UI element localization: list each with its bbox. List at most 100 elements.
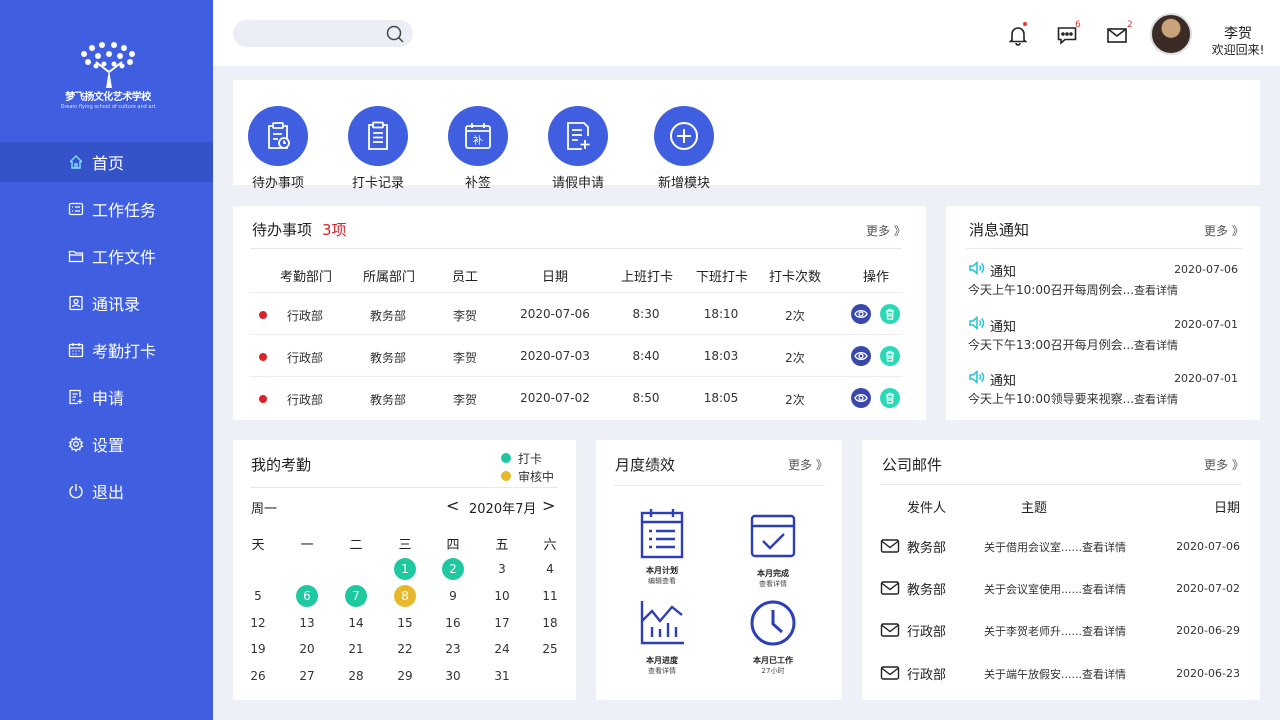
divider: [613, 485, 825, 486]
mail-row[interactable]: 教务部 关于借用会议室......查看详情 2020-07-06: [880, 536, 1242, 558]
quick-action-leave[interactable]: 请假申请: [533, 80, 623, 191]
calendar-day[interactable]: 10: [491, 585, 513, 607]
calendar-day[interactable]: 6: [296, 585, 318, 607]
top-bar: 6 2 李贺 欢迎回来!: [213, 0, 1280, 66]
cell-owner-dept: 教务部: [369, 309, 406, 323]
status-dot: [259, 311, 267, 319]
sidebar-item-label: 首页: [92, 154, 125, 173]
perf-progress[interactable]: 本月进度 查看详情: [622, 597, 702, 676]
view-button[interactable]: [851, 388, 871, 408]
calendar-day[interactable]: 1: [394, 558, 416, 580]
calendar-day[interactable]: 30: [442, 665, 464, 687]
notice-detail-link[interactable]: 查看详情: [1134, 284, 1178, 297]
avatar[interactable]: [1150, 13, 1192, 55]
calendar-day[interactable]: 11: [539, 585, 561, 607]
perf-plan[interactable]: 本月计划 编辑查看: [622, 507, 702, 586]
mail-subject[interactable]: 关于会议室使用......查看详情: [984, 581, 1126, 597]
notice-item[interactable]: 通知 2020-07-06 今天上午10:00召开每周例会...查看详情: [968, 260, 1240, 301]
todo-more-link[interactable]: 更多 》: [866, 222, 906, 239]
search-icon[interactable]: [385, 24, 405, 44]
school-logo[interactable]: 梦飞扬文化艺术学校 Dream flying school of culture…: [56, 40, 160, 112]
quick-action-todo[interactable]: 待办事项: [233, 80, 323, 191]
mail-more-link[interactable]: 更多 》: [1204, 456, 1244, 473]
notices-more-link[interactable]: 更多 》: [1204, 222, 1244, 239]
sidebar-item-files[interactable]: 工作文件: [0, 236, 213, 276]
calendar-day[interactable]: 15: [394, 612, 416, 634]
notice-type: 通知: [990, 374, 1017, 389]
calendar-day[interactable]: 21: [345, 638, 367, 660]
notice-content: 今天上午10:00领导要来视察...: [968, 392, 1135, 406]
delete-button[interactable]: [880, 304, 900, 324]
calendar-day[interactable]: 12: [247, 612, 269, 634]
sidebar-item-apply[interactable]: 申请: [0, 377, 213, 417]
clipboard-clock-icon: [268, 122, 290, 149]
calendar-day[interactable]: 27: [296, 665, 318, 687]
power-icon: [68, 483, 84, 499]
calendar-day[interactable]: 18: [539, 612, 561, 634]
sidebar-item-contacts[interactable]: 通讯录: [0, 283, 213, 323]
calendar-day[interactable]: 25: [539, 638, 561, 660]
mail-subject[interactable]: 关于借用会议室......查看详情: [984, 539, 1126, 555]
calendar-day[interactable]: 19: [247, 638, 269, 660]
calendar-day[interactable]: 16: [442, 612, 464, 634]
mail-row[interactable]: 行政部 关于李贺老师升......查看详情 2020-06-29: [880, 620, 1242, 642]
performance-more-link[interactable]: 更多 》: [788, 456, 828, 473]
calendar-day[interactable]: 2: [442, 558, 464, 580]
cell-checkout: 18:03: [703, 349, 739, 363]
notice-date: 2020-07-01: [1174, 318, 1238, 331]
calendar-day[interactable]: 26: [247, 665, 269, 687]
envelope-icon: [880, 623, 900, 637]
sidebar-item-logout[interactable]: 退出: [0, 471, 213, 511]
sidebar-item-attendance[interactable]: 考勤打卡: [0, 330, 213, 370]
mail-icon[interactable]: [1106, 24, 1128, 46]
mail-row[interactable]: 行政部 关于端午放假安......查看详情 2020-06-23: [880, 663, 1242, 685]
quick-action-add[interactable]: 新增模块: [639, 80, 729, 191]
calendar-day[interactable]: 28: [345, 665, 367, 687]
calendar-day[interactable]: 31: [491, 665, 513, 687]
calendar-day[interactable]: 14: [345, 612, 367, 634]
prev-month-button[interactable]: <: [446, 496, 459, 515]
mail-subject[interactable]: 关于端午放假安......查看详情: [984, 666, 1126, 682]
delete-button[interactable]: [880, 388, 900, 408]
view-button[interactable]: [851, 304, 871, 324]
bell-icon[interactable]: [1007, 24, 1029, 46]
column-header: 打卡次数: [768, 270, 821, 285]
calendar-day[interactable]: 9: [442, 585, 464, 607]
calendar-day[interactable]: 5: [247, 585, 269, 607]
notice-item[interactable]: 通知 2020-07-01 今天下午13:00召开每月例会...查看详情: [968, 315, 1240, 356]
quick-action-supplement[interactable]: 补 补签: [433, 80, 523, 191]
quick-action-records[interactable]: 打卡记录: [333, 80, 423, 191]
mail-row[interactable]: 教务部 关于会议室使用......查看详情 2020-07-02: [880, 578, 1242, 600]
calendar-day[interactable]: 24: [491, 638, 513, 660]
notice-detail-link[interactable]: 查看详情: [1134, 339, 1178, 352]
notice-detail-link[interactable]: 查看详情: [1134, 393, 1178, 406]
sidebar-item-settings[interactable]: 设置: [0, 424, 213, 464]
delete-button[interactable]: [880, 346, 900, 366]
progress-chart-icon: [640, 601, 684, 645]
mail-subject[interactable]: 关于李贺老师升......查看详情: [984, 623, 1126, 639]
sidebar-item-tasks[interactable]: 工作任务: [0, 189, 213, 229]
calendar-day[interactable]: 22: [394, 638, 416, 660]
calendar-day[interactable]: 3: [491, 558, 513, 580]
calendar-day[interactable]: 8: [394, 585, 416, 607]
sidebar-item-home[interactable]: 首页: [0, 142, 213, 182]
calendar-day[interactable]: 17: [491, 612, 513, 634]
column-header: 考勤部门: [279, 270, 332, 285]
view-button[interactable]: [851, 346, 871, 366]
trash-icon: [886, 392, 894, 404]
logo-subtitle: Dream flying school of culture and art: [60, 104, 156, 110]
perf-done[interactable]: 本月完成 查看详情: [733, 510, 813, 589]
notice-item[interactable]: 通知 2020-07-01 今天上午10:00领导要来视察...查看详情: [968, 369, 1240, 410]
calendar-day[interactable]: 4: [539, 558, 561, 580]
calendar-day[interactable]: 20: [296, 638, 318, 660]
calendar-day[interactable]: 29: [394, 665, 416, 687]
greeting-text: 欢迎回来!: [1211, 43, 1265, 57]
speaker-icon: [969, 369, 985, 385]
perf-hours[interactable]: 本月已工作 27小时: [733, 597, 813, 676]
next-month-button[interactable]: >: [542, 496, 555, 515]
legend-checkin-swatch: [501, 453, 511, 463]
calendar-day[interactable]: 13: [296, 612, 318, 634]
calendar-day[interactable]: 23: [442, 638, 464, 660]
calendar-day[interactable]: 7: [345, 585, 367, 607]
sidebar-item-label: 考勤打卡: [92, 342, 157, 361]
